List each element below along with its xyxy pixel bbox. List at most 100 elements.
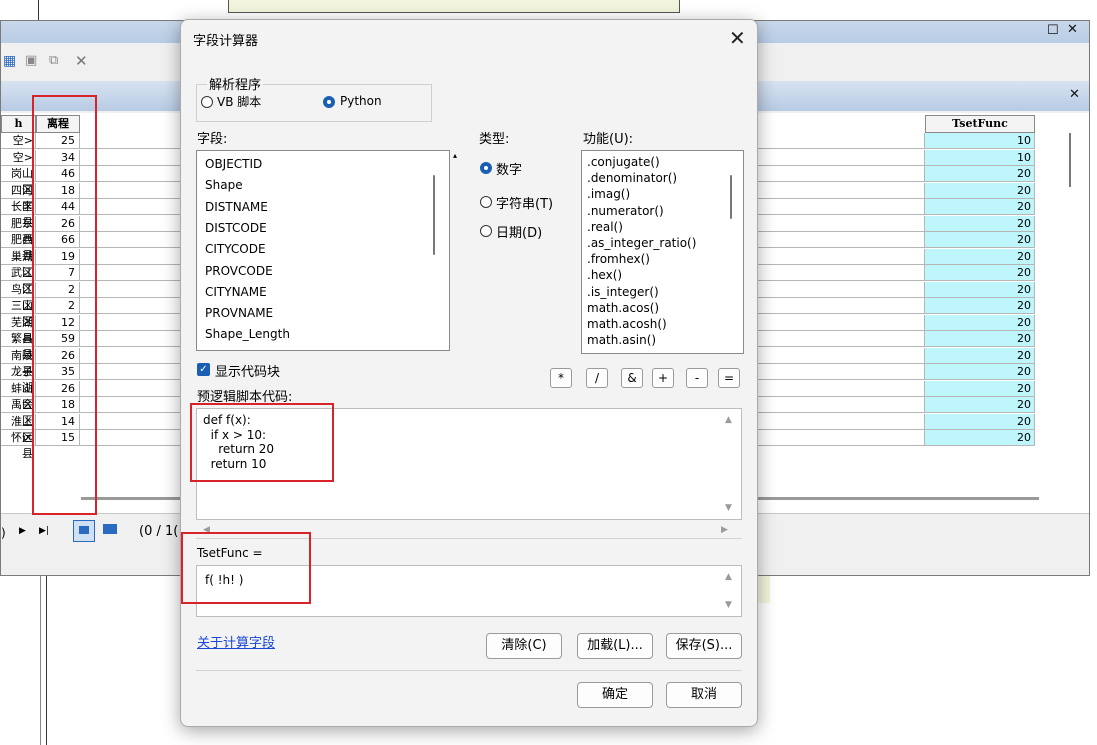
field-item[interactable]: DISTCODE [205,221,267,235]
cell-tsetfunc[interactable]: 20 [925,364,1035,380]
show-codeblock-checkbox[interactable]: ✓ [197,363,210,376]
function-item[interactable]: math.acos() [587,301,659,315]
cell-name[interactable]: 巢湖区 [1,248,36,279]
cell-name[interactable]: 空> [1,133,36,149]
parser-python-radio[interactable] [323,96,335,108]
cell-tsetfunc[interactable]: 20 [925,248,1035,265]
cell-tsetfunc[interactable]: 20 [925,380,1035,397]
field-item[interactable]: Shape_Length [205,327,290,341]
function-item[interactable]: .denominator() [587,171,677,185]
function-item[interactable]: .is_integer() [587,285,659,299]
cell-tsetfunc[interactable]: 20 [925,182,1035,199]
functions-scrollbar[interactable] [730,175,732,219]
function-item[interactable]: .numerator() [587,204,664,218]
cell-tsetfunc[interactable]: 20 [925,347,1035,364]
cell-tsetfunc[interactable]: 20 [925,331,1035,347]
copy-icon[interactable]: ⧉ [49,53,58,68]
code-scroll-down-icon[interactable]: ▼ [725,503,732,513]
ok-button[interactable]: 确定 [577,682,653,708]
operator-button[interactable]: = [718,368,740,388]
cell-tsetfunc[interactable]: 10 [925,149,1035,166]
cell-tsetfunc[interactable]: 20 [925,232,1035,248]
load-button[interactable]: 加载(L)... [577,633,653,659]
cell-name[interactable]: 芜湖县 [1,314,36,345]
cell-tsetfunc[interactable]: 10 [925,133,1035,149]
field-item[interactable]: CITYCODE [205,242,266,256]
parser-vb-radio[interactable] [201,96,213,108]
cell-name[interactable]: 肥西县 [1,232,36,262]
cell-name[interactable]: 南陵县 [1,347,36,378]
cell-name[interactable]: 禹会区 [1,397,36,427]
cell-tsetfunc[interactable]: 20 [925,314,1035,331]
clear-button[interactable]: 清除(C) [486,633,562,659]
cell-name[interactable]: 三山区 [1,298,36,328]
close-icon[interactable]: ✕ [1067,22,1078,37]
cell-tsetfunc[interactable]: 20 [925,265,1035,281]
cell-tsetfunc[interactable]: 20 [925,281,1035,298]
function-item[interactable]: math.acosh() [587,317,667,331]
fields-scrollbar[interactable] [433,175,435,255]
fields-listbox[interactable]: OBJECTID Shape DISTNAME DISTCODE CITYCODE PRO… [196,150,450,351]
functions-listbox[interactable]: .conjugate() .denominator() .imag() .numera… [581,150,744,354]
operator-button[interactable]: - [686,368,708,388]
function-item[interactable]: .hex() [587,268,622,282]
field-item[interactable]: OBJECTID [205,157,262,171]
expression-scroll-up-icon[interactable]: ▲ [725,572,732,582]
cell-name[interactable]: 肥东县 [1,215,36,246]
operator-button[interactable]: / [586,368,608,388]
cell-name[interactable]: 繁昌县 [1,331,36,361]
type-string-radio[interactable] [480,196,492,208]
cell-name[interactable]: 四河区 [1,182,36,213]
expression-scroll-down-icon[interactable]: ▼ [725,600,732,610]
function-item[interactable]: math.asin() [587,333,656,347]
operator-button[interactable]: & [621,368,643,388]
cell-tsetfunc[interactable]: 20 [925,215,1035,232]
cell-tsetfunc[interactable]: 20 [925,413,1035,430]
cell-tsetfunc[interactable]: 20 [925,199,1035,215]
column-header-tsetfunc[interactable]: TsetFunc [925,115,1035,133]
operator-button[interactable]: * [550,368,572,388]
table-options-icon[interactable]: ▦ [3,53,16,69]
function-item[interactable]: .conjugate() [587,155,660,169]
cell-name[interactable]: 蚌山区 [1,380,36,411]
field-item[interactable]: DISTNAME [205,200,268,214]
fields-scroll-up-icon[interactable]: ▴ [453,151,457,160]
dialog-close-icon[interactable]: ✕ [729,26,746,50]
select-icon[interactable]: ▣ [25,53,37,68]
cell-name[interactable]: 鸟江区 [1,281,36,312]
prev-record-icon[interactable]: ) [1,526,6,540]
type-number-radio[interactable] [480,162,492,174]
code-scroll-right-icon[interactable]: ▶ [721,525,728,535]
close-tab-icon[interactable]: ✕ [1069,87,1080,102]
cell-tsetfunc[interactable]: 20 [925,430,1035,446]
cell-name[interactable]: 武江区 [1,265,36,295]
column-header-h[interactable]: h [1,115,36,133]
cell-tsetfunc[interactable]: 20 [925,397,1035,413]
function-item[interactable]: .as_integer_ratio() [587,236,696,250]
next-record-icon[interactable]: ▶ [19,526,26,536]
cell-name[interactable]: 岗山区 [1,166,36,196]
field-item[interactable]: PROVCODE [205,264,273,278]
field-item[interactable]: Shape [205,178,243,192]
show-selected-records-icon[interactable] [103,524,117,534]
type-date-radio[interactable] [480,225,492,237]
cell-tsetfunc[interactable]: 20 [925,298,1035,314]
function-item[interactable]: .real() [587,220,623,234]
cancel-button[interactable]: 取消 [666,682,742,708]
cell-name[interactable]: 长丰县 [1,199,36,229]
field-item[interactable]: CITYNAME [205,285,267,299]
operator-button[interactable]: + [652,368,674,388]
save-button[interactable]: 保存(S)... [666,633,742,659]
about-calculate-field-link[interactable]: 关于计算字段 [197,632,275,651]
cell-name[interactable]: 龙子湖 [1,364,36,394]
cell-name[interactable]: 淮上区 [1,413,36,444]
code-scroll-up-icon[interactable]: ▲ [725,415,732,425]
function-item[interactable]: .fromhex() [587,252,650,266]
field-item[interactable]: PROVNAME [205,306,273,320]
cell-name[interactable]: 空> [1,149,36,166]
last-record-icon[interactable]: ▶| [39,526,49,536]
cell-name[interactable]: 怀远县 [1,430,36,460]
function-item[interactable]: .imag() [587,187,630,201]
delete-icon[interactable]: ✕ [75,52,88,70]
cell-tsetfunc[interactable]: 20 [925,166,1035,182]
